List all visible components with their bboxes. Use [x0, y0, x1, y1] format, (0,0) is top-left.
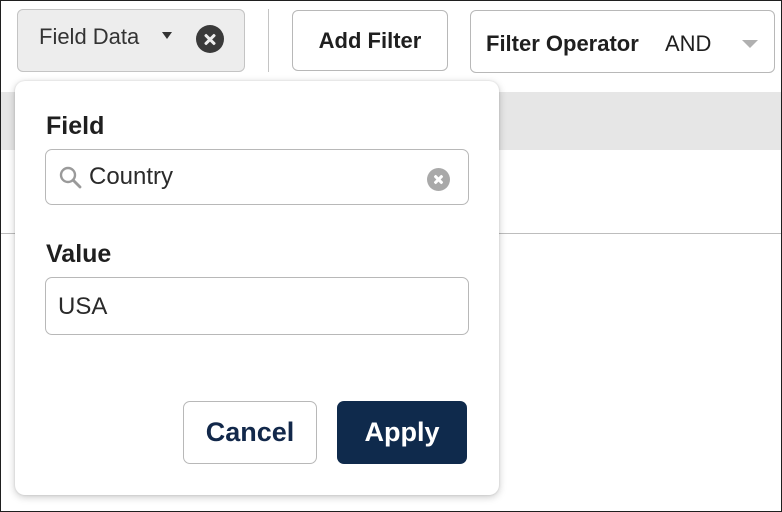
toolbar-separator [268, 9, 269, 72]
filter-operator-label: Filter Operator [486, 31, 639, 56]
filter-chip-label: Field Data [39, 24, 140, 49]
value-input-value: USA [58, 293, 108, 320]
filter-operator-dropdown[interactable]: Filter Operator AND [470, 10, 775, 73]
field-label: Field [46, 112, 105, 140]
value-input[interactable]: USA [45, 277, 469, 335]
clear-input-icon[interactable] [427, 168, 450, 191]
filter-operator-value: AND [665, 31, 712, 56]
search-icon [58, 165, 82, 189]
add-filter-button[interactable]: Add Filter [292, 10, 448, 71]
chevron-down-icon[interactable] [742, 40, 758, 48]
field-search-input[interactable]: Country [45, 149, 469, 205]
filter-edit-popover: Field Country Value USA Cancel Apply [15, 81, 499, 495]
app-frame: Field Data Add Filter Filter Operator AN… [0, 0, 782, 512]
apply-button[interactable]: Apply [337, 401, 467, 464]
field-data-filter-chip[interactable]: Field Data [17, 9, 245, 72]
cancel-button[interactable]: Cancel [183, 401, 317, 464]
caret-down-icon[interactable] [162, 32, 172, 39]
field-input-value: Country [89, 163, 174, 190]
close-circle-icon[interactable] [196, 25, 224, 53]
value-label: Value [46, 240, 112, 268]
